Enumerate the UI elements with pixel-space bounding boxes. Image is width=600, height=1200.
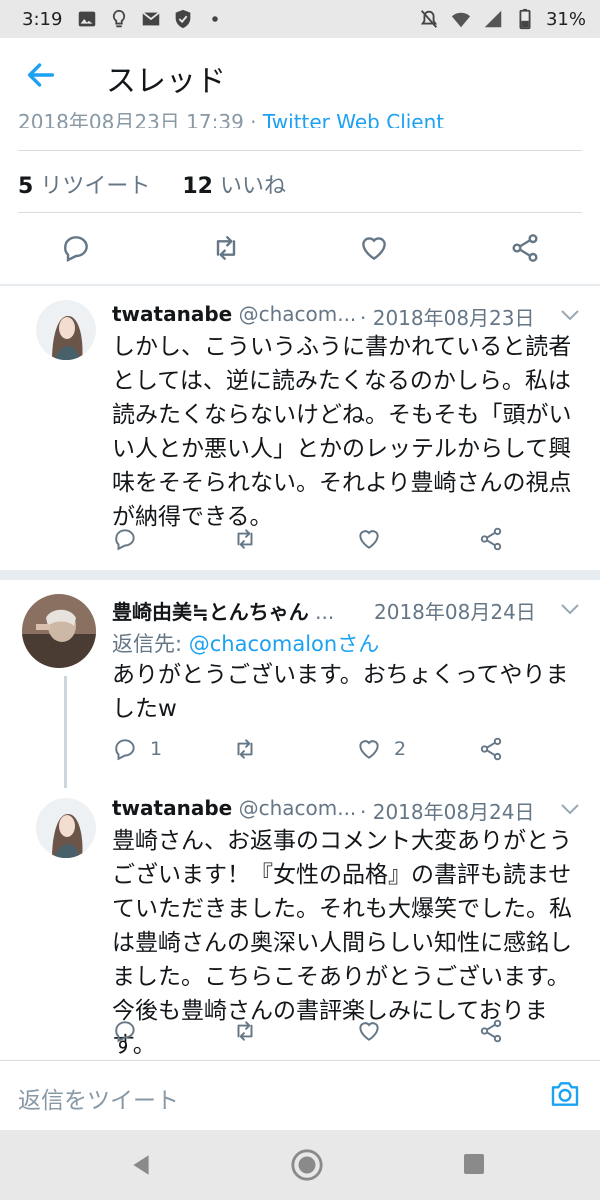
tweet-actions — [112, 526, 532, 556]
display-name[interactable]: twatanabe — [112, 796, 232, 820]
dot-icon — [212, 16, 219, 22]
tweet-header: 豊崎由美≒とんちゃん ... — [112, 596, 334, 625]
chevron-down-icon[interactable] — [560, 802, 580, 816]
tweet-card[interactable]: 豊崎由美≒とんちゃん ... 2018年08月24日 返信先: @chacoma… — [0, 580, 600, 780]
like-icon[interactable] — [356, 1018, 382, 1044]
share-icon[interactable] — [478, 1018, 504, 1044]
avatar[interactable] — [22, 594, 96, 668]
retweet-count[interactable]: 5 — [18, 174, 33, 199]
tweet-actions — [112, 1018, 532, 1048]
like-icon[interactable] — [356, 736, 382, 762]
tweet-date: · 2018年08月23日 — [360, 306, 535, 330]
like-count: 2 — [394, 738, 407, 760]
bulb-icon — [113, 9, 126, 28]
like-label[interactable]: いいね — [220, 174, 286, 199]
client-link[interactable]: Twitter Web Client — [263, 110, 444, 128]
user-handle[interactable]: @chacom... — [239, 796, 357, 820]
tweet-actions: 1 2 — [112, 736, 532, 766]
share-icon[interactable] — [478, 736, 504, 762]
retweet-icon[interactable] — [232, 526, 258, 552]
tweet-date: · 2018年08月24日 — [360, 800, 535, 824]
shield-icon — [176, 9, 191, 29]
system-nav-bar — [0, 1130, 600, 1200]
signal-icon — [484, 10, 502, 28]
tweet-header: twatanabe @chacom... — [112, 302, 356, 326]
nav-recents-icon[interactable] — [462, 1152, 486, 1176]
retweet-label[interactable]: リツイート — [40, 174, 150, 199]
battery-icon — [519, 8, 531, 30]
battery-percent: 31% — [545, 8, 586, 30]
retweet-icon[interactable] — [232, 736, 258, 762]
engagement-counts: 5 リツイート 12 いいね — [18, 168, 286, 200]
status-bar: 3:19 31% — [0, 0, 600, 38]
chevron-down-icon[interactable] — [560, 602, 580, 616]
tweet-header: twatanabe @chacom... — [112, 796, 356, 820]
avatar[interactable] — [36, 300, 96, 360]
like-icon[interactable] — [356, 526, 382, 552]
share-icon[interactable] — [478, 526, 504, 552]
reply-prefix: 返信先: — [112, 632, 183, 656]
reply-target-link[interactable]: @chacomalonさん — [189, 632, 379, 656]
arrow-left-icon[interactable] — [24, 58, 58, 92]
tweet-timestamp: 2018年08月23日 17:39 · Twitter Web Client — [18, 106, 444, 128]
reply-placeholder[interactable]: 返信をツイート — [18, 1081, 179, 1115]
tweet-text: ありがとうございます。おちょくってやりましたw — [112, 662, 569, 722]
display-name[interactable]: twatanabe — [112, 302, 232, 326]
thread-connector — [64, 676, 67, 788]
divider — [18, 150, 582, 151]
retweet-icon[interactable] — [210, 232, 242, 264]
reply-icon[interactable] — [112, 1018, 138, 1044]
chevron-down-icon[interactable] — [560, 308, 580, 322]
mail-icon — [142, 11, 161, 26]
reply-icon[interactable] — [60, 232, 92, 264]
mute-icon — [420, 10, 438, 28]
wifi-icon — [451, 12, 471, 28]
status-time: 3:19 — [22, 8, 63, 30]
camera-icon[interactable] — [548, 1078, 582, 1110]
reply-count: 1 — [150, 738, 163, 760]
retweet-icon[interactable] — [232, 1018, 258, 1044]
reply-context: 返信先: @chacomalonさん — [112, 628, 379, 658]
display-name[interactable]: 豊崎由美≒とんちゃん — [112, 600, 309, 624]
reply-icon[interactable] — [112, 526, 138, 552]
reply-icon[interactable] — [112, 736, 138, 762]
nav-home-icon[interactable] — [290, 1148, 324, 1182]
app-header: スレッド — [0, 38, 600, 112]
page-title: スレッド — [106, 64, 226, 99]
main-tweet-actions — [0, 226, 600, 272]
share-icon[interactable] — [509, 232, 541, 264]
tweet-card[interactable]: twatanabe @chacom... · 2018年08月23日 しかし、こ… — [0, 286, 600, 568]
section-separator — [0, 570, 600, 580]
tweet-date: 2018年08月24日 — [374, 600, 536, 624]
tweet-card[interactable]: twatanabe @chacom... · 2018年08月24日 豊崎さん、… — [0, 786, 600, 1058]
user-handle[interactable]: @chacom... — [239, 302, 357, 326]
like-count[interactable]: 12 — [182, 174, 213, 199]
tweet-text: しかし、こういうふうに書かれていると読者としては、逆に読みたくなるのかしら。私は… — [112, 334, 572, 530]
like-icon[interactable] — [358, 232, 390, 264]
timestamp-text: 2018年08月23日 17:39 · — [18, 110, 263, 128]
image-icon — [79, 11, 96, 27]
divider — [18, 212, 582, 213]
reply-composer[interactable]: 返信をツイート — [0, 1060, 600, 1130]
user-handle[interactable]: ... — [315, 600, 334, 624]
nav-back-icon[interactable] — [128, 1152, 154, 1178]
avatar[interactable] — [36, 798, 96, 858]
